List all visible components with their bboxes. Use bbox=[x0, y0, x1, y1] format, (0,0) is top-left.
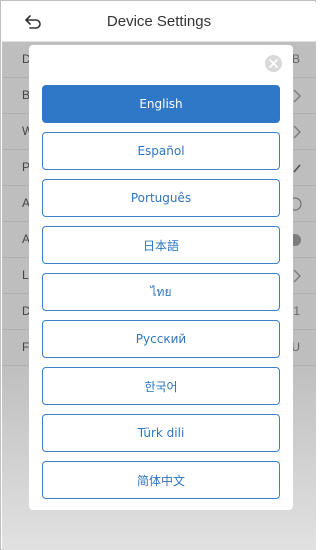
language-dialog: English Español Português 日本語 ไทย Русски… bbox=[29, 45, 293, 510]
language-option-korean[interactable]: 한국어 bbox=[42, 367, 280, 405]
page-title: Device Settings bbox=[106, 13, 212, 30]
language-option-thai[interactable]: ไทย bbox=[42, 273, 280, 311]
app-header: Device Settings bbox=[2, 2, 316, 42]
language-option-russian[interactable]: Русский bbox=[42, 320, 280, 358]
language-option-portuguese[interactable]: Português bbox=[42, 179, 280, 217]
close-button[interactable] bbox=[265, 55, 282, 72]
language-option-turkish[interactable]: Türk dili bbox=[42, 414, 280, 452]
language-option-chinese-simplified[interactable]: 简体中文 bbox=[42, 461, 280, 499]
close-icon bbox=[269, 59, 278, 68]
language-option-spanish[interactable]: Español bbox=[42, 132, 280, 170]
language-option-japanese[interactable]: 日本語 bbox=[42, 226, 280, 264]
language-list: English Español Português 日本語 ไทย Русски… bbox=[42, 85, 280, 508]
back-arrow-icon[interactable] bbox=[24, 14, 42, 30]
language-option-english[interactable]: English bbox=[42, 85, 280, 123]
screen-frame: Device Settings D B B W P A A La bbox=[0, 0, 316, 550]
